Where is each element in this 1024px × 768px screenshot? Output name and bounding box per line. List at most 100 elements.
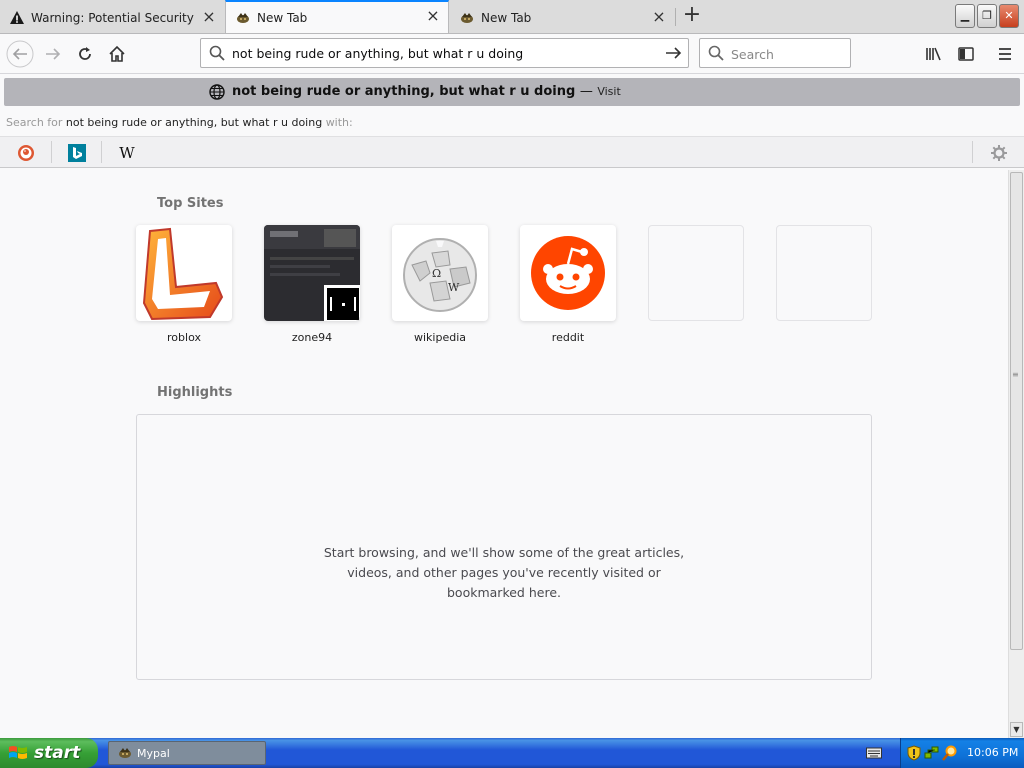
tab-title: New Tab — [481, 11, 532, 25]
wikipedia-engine-button[interactable]: W — [116, 142, 138, 164]
forward-button[interactable] — [39, 40, 67, 68]
engine-separator — [972, 141, 973, 163]
highlights-message: Start browsing, and we'll show some of t… — [137, 543, 871, 603]
top-site-label: wikipedia — [413, 331, 466, 344]
top-site-tile-empty[interactable] — [776, 225, 872, 321]
duckduckgo-icon — [18, 145, 34, 161]
system-tray: 10:06 PM — [900, 738, 1024, 768]
library-button[interactable] — [920, 40, 948, 68]
keyboard-icon[interactable] — [866, 746, 882, 760]
bing-icon — [68, 144, 86, 162]
restore-button[interactable]: ❐ — [977, 4, 997, 28]
warning-icon — [10, 11, 24, 24]
suggestion-text: not being rude or anything, but what r u… — [232, 84, 621, 99]
top-site-tile-wikipedia[interactable]: Ω W — [392, 225, 488, 321]
search-settings-button[interactable] — [988, 142, 1010, 164]
tab-new-tab-active[interactable]: New Tab × — [225, 0, 449, 33]
vertical-scrollbar[interactable]: ≡ ▼ — [1008, 170, 1024, 738]
search-tray-icon[interactable] — [942, 745, 958, 761]
search-for-suffix: with: — [325, 116, 353, 129]
search-for-query: not being rude or anything, but what r u… — [65, 116, 323, 129]
top-site-label: zone94 — [291, 331, 333, 344]
close-tab-icon[interactable]: × — [426, 8, 440, 24]
duckduckgo-engine-button[interactable] — [15, 142, 37, 164]
close-tab-icon[interactable]: × — [202, 9, 216, 25]
mypal-icon — [461, 13, 473, 23]
nav-bar: not being rude or anything, but what r u… — [0, 34, 1024, 74]
top-site-tile-roblox[interactable] — [136, 225, 232, 321]
search-for-prefix: Search for — [6, 116, 63, 129]
tab-title: New Tab — [257, 10, 308, 25]
scroll-down-arrow-icon[interactable]: ▼ — [1010, 722, 1023, 737]
top-sites-title: Top Sites — [157, 196, 224, 211]
reddit-logo-icon — [531, 236, 605, 310]
highlights-message-line: bookmarked here. — [447, 585, 561, 600]
highlights-message-line: videos, and other pages you've recently … — [347, 565, 661, 580]
engine-separator — [101, 141, 102, 163]
go-arrow-icon[interactable] — [665, 45, 683, 61]
taskbar-window-label: Mypal — [137, 746, 170, 760]
tab-security-warning[interactable]: Warning: Potential Security Risk Ah × — [0, 2, 224, 34]
new-tab-plus-icon[interactable]: + — [680, 4, 704, 28]
forward-arrow-icon — [46, 48, 61, 60]
suggestion-visit-label: Visit — [597, 85, 621, 98]
wikipedia-globe-icon: Ω W — [403, 238, 477, 312]
menu-button[interactable] — [991, 40, 1019, 68]
engine-separator — [51, 141, 52, 163]
highlights-message-line: Start browsing, and we'll show some of t… — [323, 545, 685, 560]
scrollbar-thumb[interactable] — [1010, 172, 1023, 650]
top-site-label: roblox — [167, 331, 201, 344]
tab-title: Warning: Potential Security Risk Ah — [31, 11, 195, 25]
start-button[interactable]: start — [0, 738, 98, 768]
sidebar-button[interactable] — [952, 40, 980, 68]
back-button[interactable] — [6, 40, 34, 68]
url-bar[interactable]: not being rude or anything, but what r u… — [200, 38, 689, 68]
search-placeholder: Search — [731, 47, 774, 62]
svg-text:Ω: Ω — [432, 267, 441, 280]
url-input-value[interactable]: not being rude or anything, but what r u… — [232, 46, 523, 61]
tab-new-tab[interactable]: New Tab × — [450, 2, 674, 34]
hamburger-menu-icon — [999, 48, 1011, 60]
suggestion-separator: — — [579, 84, 593, 99]
suggestion-query: not being rude or anything, but what r u… — [232, 84, 576, 99]
scrollbar-grip-icon: ≡ — [1012, 370, 1019, 379]
highlights-empty-state: Start browsing, and we'll show some of t… — [136, 414, 872, 680]
top-site-tile-reddit[interactable] — [520, 225, 616, 321]
top-site-label: reddit — [551, 331, 585, 344]
mypal-icon — [119, 748, 131, 758]
roblox-logo-icon — [142, 227, 224, 321]
tab-separator — [675, 8, 676, 26]
search-for-bar: Search for not being rude or anything, b… — [0, 112, 1024, 136]
wikipedia-icon: W — [119, 144, 135, 162]
bing-engine-button[interactable] — [66, 142, 88, 164]
start-label: start — [34, 743, 81, 763]
search-icon — [209, 45, 225, 61]
taskbar-window-mypal[interactable]: Mypal — [108, 741, 266, 765]
network-icon[interactable] — [924, 745, 940, 761]
clock[interactable]: 10:06 PM — [967, 746, 1018, 759]
reload-button[interactable] — [71, 40, 99, 68]
close-tab-icon[interactable]: × — [652, 9, 666, 25]
new-tab-page: Top Sites roblox zone94 Ω W wikipedia re… — [6, 170, 1008, 738]
window-close-button[interactable]: ✕ — [999, 4, 1019, 28]
library-icon — [926, 47, 941, 61]
highlights-title: Highlights — [157, 385, 233, 400]
search-bar[interactable]: Search — [699, 38, 851, 68]
reload-icon — [79, 47, 91, 60]
globe-icon — [209, 84, 225, 100]
windows-logo-icon — [9, 746, 27, 759]
minimize-button[interactable]: ▁ — [955, 4, 975, 28]
back-arrow-icon — [6, 40, 34, 68]
zone94-screenshot-icon — [264, 225, 360, 321]
home-icon — [109, 45, 125, 62]
home-button[interactable] — [103, 40, 131, 68]
tab-strip: Warning: Potential Security Risk Ah × Ne… — [0, 0, 1024, 34]
mypal-icon — [237, 12, 249, 23]
one-off-search-engines: W — [0, 136, 1024, 168]
top-site-tile-empty[interactable] — [648, 225, 744, 321]
security-shield-icon[interactable] — [906, 745, 922, 761]
windows-taskbar: start Mypal 10:06 PM — [0, 738, 1024, 768]
autocomplete-suggestion[interactable]: not being rude or anything, but what r u… — [4, 78, 1020, 106]
top-site-tile-zone94[interactable] — [264, 225, 360, 321]
svg-text:W: W — [448, 281, 460, 294]
